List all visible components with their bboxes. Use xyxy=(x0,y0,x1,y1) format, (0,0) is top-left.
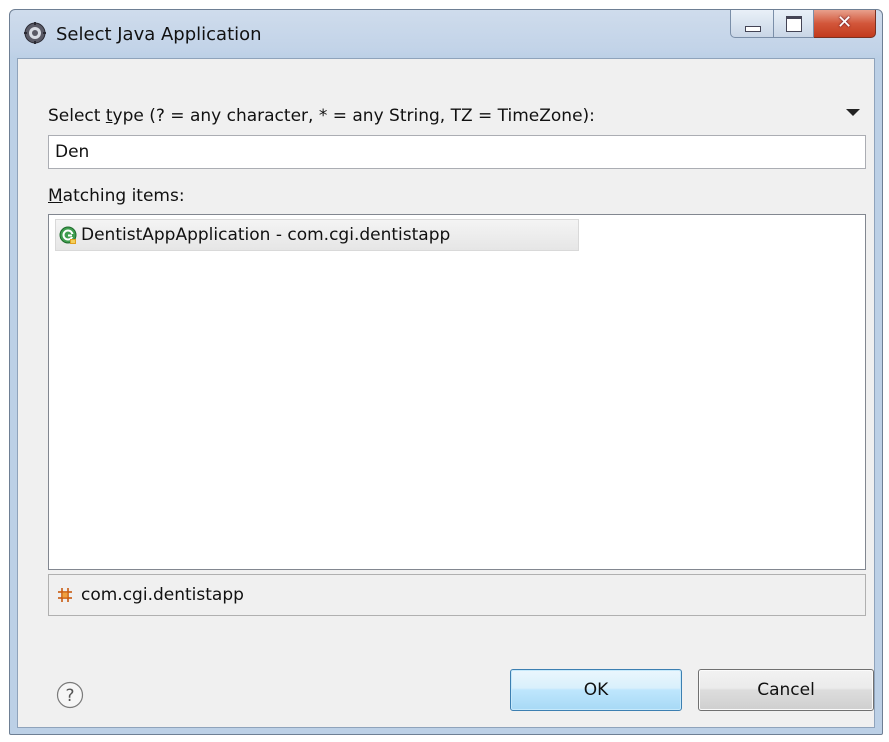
title-bar[interactable]: Select Java Application ✕ xyxy=(10,10,882,58)
filter-label-prefix: Select xyxy=(48,106,106,126)
list-item[interactable]: DentistAppApplication - com.cgi.dentista… xyxy=(55,219,579,251)
close-icon: ✕ xyxy=(836,12,853,33)
minimize-button[interactable] xyxy=(730,10,774,38)
filter-menu-dropdown-icon[interactable] xyxy=(846,109,860,116)
window-title: Select Java Application xyxy=(56,24,262,45)
matching-items-label: Matching items: xyxy=(48,186,185,206)
type-filter-input[interactable] xyxy=(48,135,866,169)
package-icon xyxy=(58,588,72,602)
eclipse-gear-icon xyxy=(24,22,46,44)
filter-label-rest: ype (? = any character, * = any String, … xyxy=(112,106,595,126)
filter-label: Select type (? = any character, * = any … xyxy=(48,106,595,126)
matching-label-mnemonic: M xyxy=(48,186,63,206)
svg-text:?: ? xyxy=(65,686,74,706)
dialog-client-area: Select type (? = any character, * = any … xyxy=(17,58,875,728)
selected-package-details: com.cgi.dentistapp xyxy=(48,574,866,616)
filter-label-mnemonic: t xyxy=(105,106,113,126)
maximize-icon xyxy=(786,16,802,32)
cancel-button[interactable]: Cancel xyxy=(698,669,874,711)
ok-button[interactable]: OK xyxy=(510,669,682,711)
caption-buttons: ✕ xyxy=(730,10,876,38)
package-label: com.cgi.dentistapp xyxy=(81,585,244,605)
close-button[interactable]: ✕ xyxy=(814,10,876,38)
minimize-icon xyxy=(745,26,761,32)
matching-items-list[interactable]: DentistAppApplication - com.cgi.dentista… xyxy=(48,214,866,570)
select-java-application-dialog: Select Java Application ✕ Select type (?… xyxy=(9,9,883,735)
matching-label-rest: atching items: xyxy=(62,186,185,206)
java-application-icon xyxy=(59,226,77,244)
maximize-button[interactable] xyxy=(774,10,814,38)
list-item-label: DentistAppApplication - com.cgi.dentista… xyxy=(81,225,451,245)
help-icon[interactable]: ? xyxy=(56,681,84,709)
